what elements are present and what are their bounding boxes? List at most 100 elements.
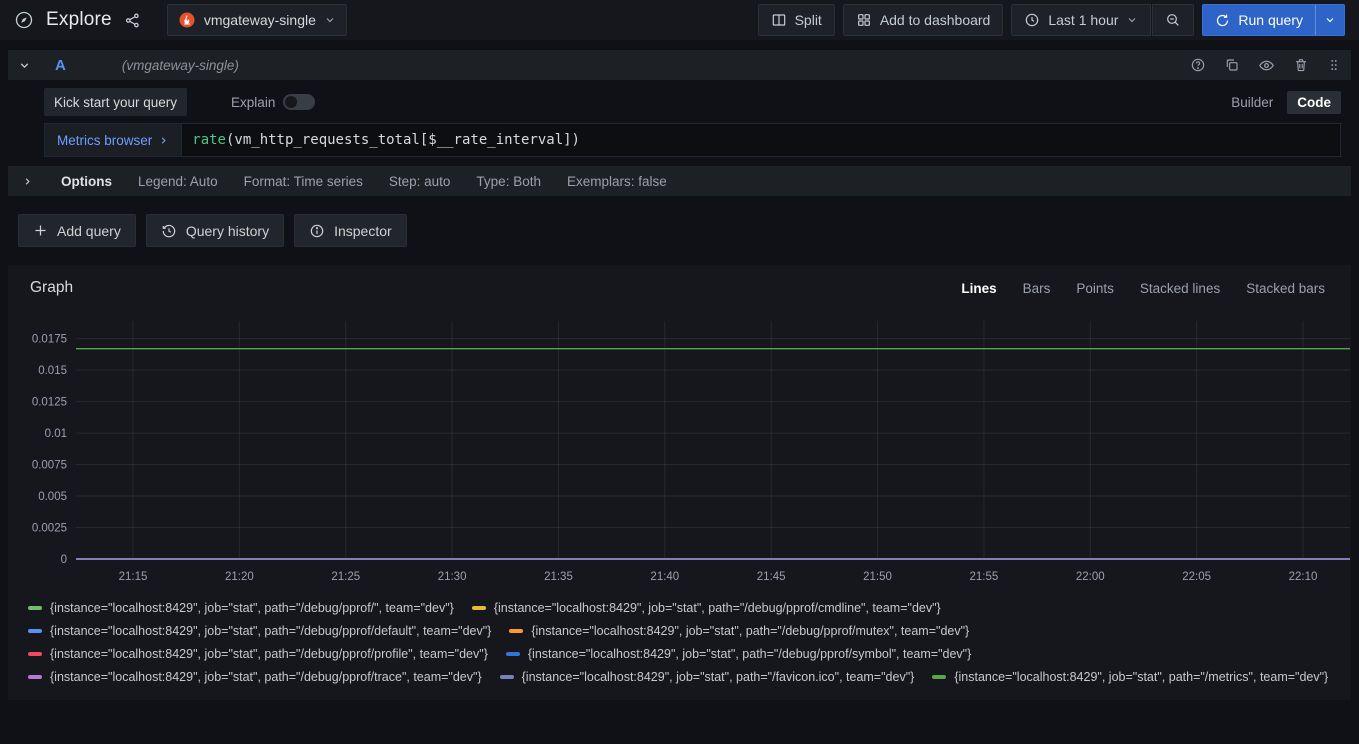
- collapse-chevron-icon[interactable]: [18, 59, 31, 72]
- zoom-out-icon: [1165, 12, 1181, 28]
- zoom-out-button[interactable]: [1152, 4, 1194, 36]
- query-history-button[interactable]: Query history: [146, 214, 284, 247]
- graph-style-switch: Lines Bars Points Stacked lines Stacked …: [961, 281, 1333, 296]
- clock-icon: [1024, 12, 1040, 28]
- query-ref-id[interactable]: A: [55, 57, 66, 74]
- legend-swatch[interactable]: [509, 629, 523, 633]
- split-button[interactable]: Split: [758, 4, 835, 36]
- svg-text:21:50: 21:50: [863, 571, 892, 583]
- svg-text:0: 0: [61, 554, 67, 566]
- history-icon: [161, 223, 177, 239]
- add-query-button[interactable]: Add query: [18, 214, 136, 247]
- svg-text:22:10: 22:10: [1289, 571, 1318, 583]
- time-range-button[interactable]: Last 1 hour: [1011, 4, 1151, 36]
- svg-text:21:15: 21:15: [119, 571, 148, 583]
- query-row-header: A (vmgateway-single): [8, 50, 1351, 80]
- datasource-flame-icon: [178, 11, 196, 29]
- legend-item[interactable]: {instance="localhost:8429", job="stat", …: [472, 601, 941, 615]
- builder-mode-button[interactable]: Builder: [1221, 91, 1283, 114]
- builder-code-switch: Builder Code: [1221, 91, 1341, 114]
- metrics-browser-button[interactable]: Metrics browser: [44, 123, 181, 157]
- legend-item[interactable]: {instance="localhost:8429", job="stat", …: [500, 670, 915, 684]
- legend-swatch[interactable]: [28, 675, 42, 679]
- legend-label: {instance="localhost:8429", job="stat", …: [528, 647, 971, 661]
- legend-label: {instance="localhost:8429", job="stat", …: [50, 670, 482, 684]
- legend-label: {instance="localhost:8429", job="stat", …: [954, 670, 1328, 684]
- query-toolbar: Kick start your query Explain Builder Co…: [8, 87, 1351, 117]
- legend-swatch[interactable]: [28, 652, 42, 656]
- legend-item[interactable]: {instance="localhost:8429", job="stat", …: [506, 647, 971, 661]
- drag-handle-icon[interactable]: [1327, 57, 1341, 73]
- graph-mode-stacked-lines[interactable]: Stacked lines: [1140, 281, 1220, 296]
- legend-swatch[interactable]: [28, 629, 42, 633]
- graph-mode-points[interactable]: Points: [1076, 281, 1114, 296]
- chevron-down-icon: [324, 14, 336, 26]
- split-panes-icon: [771, 12, 787, 28]
- help-icon[interactable]: [1190, 57, 1206, 73]
- query-datasource-hint: (vmgateway-single): [122, 58, 239, 73]
- query-field-row: Metrics browser rate(vm_http_requests_to…: [8, 123, 1351, 157]
- options-title: Options: [61, 174, 112, 189]
- legend-item[interactable]: {instance="localhost:8429", job="stat", …: [28, 647, 488, 661]
- chevron-down-icon: [1126, 14, 1138, 26]
- explore-compass-icon[interactable]: [14, 10, 34, 30]
- svg-text:22:00: 22:00: [1076, 571, 1105, 583]
- legend-swatch[interactable]: [28, 606, 42, 610]
- legend-label: {instance="localhost:8429", job="stat", …: [494, 601, 941, 615]
- explain-toggle[interactable]: [283, 94, 315, 110]
- delete-query-trash-icon[interactable]: [1293, 57, 1309, 73]
- apps-grid-icon: [856, 12, 872, 28]
- promql-query-input[interactable]: rate(vm_http_requests_total[$__rate_inte…: [181, 123, 1341, 157]
- duplicate-query-icon[interactable]: [1224, 57, 1240, 73]
- query-options-row[interactable]: Options Legend: Auto Format: Time series…: [8, 166, 1351, 196]
- legend-label: {instance="localhost:8429", job="stat", …: [50, 601, 454, 615]
- promql-expression: (vm_http_requests_total[$__rate_interval…: [226, 132, 580, 148]
- kick-start-query-button[interactable]: Kick start your query: [44, 88, 187, 116]
- chart-area: 00.00250.0050.00750.010.01250.0150.01752…: [16, 305, 1343, 591]
- graph-mode-stacked-bars[interactable]: Stacked bars: [1246, 281, 1325, 296]
- legend-item[interactable]: {instance="localhost:8429", job="stat", …: [28, 670, 482, 684]
- legend-label: {instance="localhost:8429", job="stat", …: [531, 624, 969, 638]
- legend-swatch[interactable]: [506, 652, 520, 656]
- time-range-label: Last 1 hour: [1048, 12, 1118, 28]
- toggle-visibility-eye-icon[interactable]: [1258, 57, 1275, 74]
- legend-item[interactable]: {instance="localhost:8429", job="stat", …: [28, 601, 454, 615]
- inspector-label: Inspector: [334, 223, 392, 239]
- svg-text:0.005: 0.005: [38, 491, 67, 503]
- svg-text:21:35: 21:35: [544, 571, 573, 583]
- query-editor: A (vmgateway-single): [8, 50, 1351, 196]
- code-mode-button[interactable]: Code: [1287, 91, 1341, 114]
- svg-text:22:05: 22:05: [1182, 571, 1211, 583]
- svg-text:21:25: 21:25: [331, 571, 360, 583]
- chevron-right-icon: [22, 176, 33, 187]
- inspector-button[interactable]: Inspector: [294, 214, 407, 247]
- option-format: Format: Time series: [244, 174, 363, 189]
- graph-mode-bars[interactable]: Bars: [1023, 281, 1051, 296]
- legend-swatch[interactable]: [932, 675, 946, 679]
- legend-item[interactable]: {instance="localhost:8429", job="stat", …: [509, 624, 969, 638]
- legend-swatch[interactable]: [472, 606, 486, 610]
- graph-panel: Graph Lines Bars Points Stacked lines St…: [8, 265, 1351, 700]
- graph-header: Graph Lines Bars Points Stacked lines St…: [16, 275, 1343, 305]
- promql-function: rate: [192, 132, 226, 148]
- svg-text:21:40: 21:40: [650, 571, 679, 583]
- datasource-picker[interactable]: vmgateway-single: [167, 4, 347, 36]
- chevron-right-icon: [158, 135, 169, 146]
- run-query-button[interactable]: Run query: [1202, 4, 1345, 36]
- legend-swatch[interactable]: [500, 675, 514, 679]
- svg-text:21:55: 21:55: [970, 571, 999, 583]
- split-button-label: Split: [795, 12, 822, 28]
- option-type: Type: Both: [476, 174, 541, 189]
- run-query-dropdown[interactable]: [1315, 5, 1344, 35]
- share-icon[interactable]: [124, 12, 141, 29]
- graph-mode-lines[interactable]: Lines: [961, 281, 996, 296]
- time-series-chart[interactable]: 00.00250.0050.00750.010.01250.0150.01752…: [16, 313, 1359, 591]
- graph-title: Graph: [30, 279, 73, 297]
- add-to-dashboard-button[interactable]: Add to dashboard: [843, 4, 1004, 36]
- svg-text:0.015: 0.015: [38, 365, 67, 377]
- datasource-name: vmgateway-single: [204, 12, 316, 28]
- chart-legend: {instance="localhost:8429", job="stat", …: [16, 591, 1343, 694]
- legend-item[interactable]: {instance="localhost:8429", job="stat", …: [932, 670, 1328, 684]
- metrics-browser-label: Metrics browser: [57, 133, 152, 148]
- legend-item[interactable]: {instance="localhost:8429", job="stat", …: [28, 624, 491, 638]
